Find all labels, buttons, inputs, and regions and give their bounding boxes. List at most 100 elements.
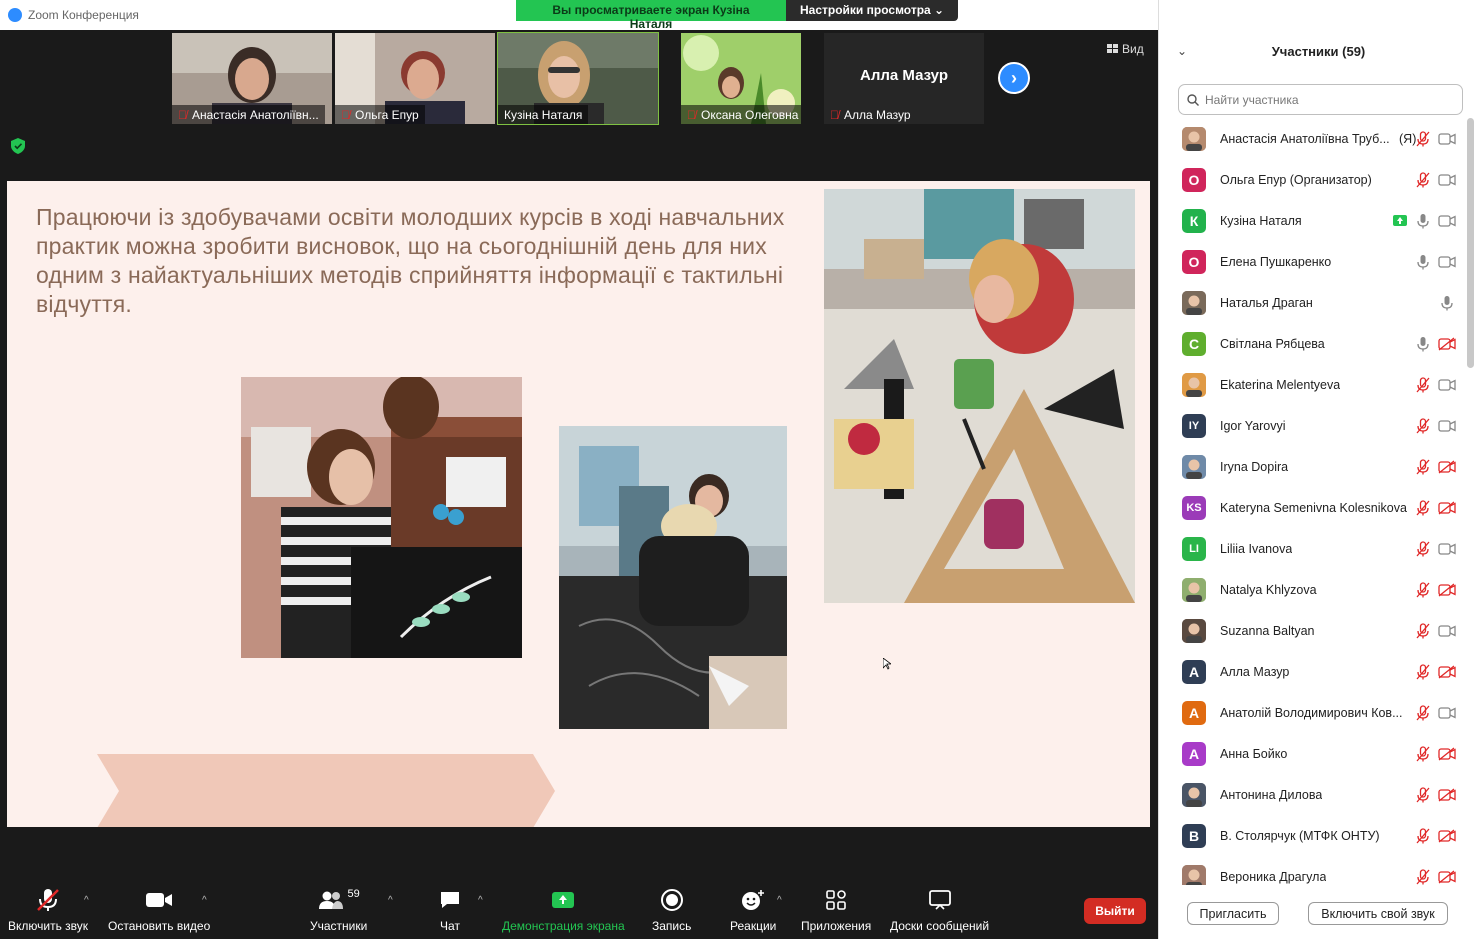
- participants-button[interactable]: 59 Участники: [310, 887, 367, 933]
- participant-row[interactable]: KS Kateryna Semenivna Kolesnikova: [1159, 487, 1464, 528]
- record-icon: [660, 889, 683, 911]
- share-screen-button[interactable]: Демонстрация экрана: [502, 887, 625, 933]
- mic-muted-icon[interactable]: [1414, 171, 1432, 189]
- mic-muted-icon[interactable]: [1414, 458, 1432, 476]
- mic-icon[interactable]: [1414, 253, 1432, 271]
- mic-icon[interactable]: [1414, 212, 1432, 230]
- participant-row[interactable]: С Світлана Рябцева: [1159, 323, 1464, 364]
- participant-row[interactable]: О Елена Пушкаренко: [1159, 241, 1464, 282]
- video-off-icon[interactable]: [1438, 499, 1456, 517]
- participant-row[interactable]: Iryna Dopira: [1159, 446, 1464, 487]
- zoom-logo-icon: [8, 8, 22, 22]
- leave-meeting-button[interactable]: Выйти: [1084, 898, 1146, 924]
- video-off-icon[interactable]: [1438, 458, 1456, 476]
- mic-muted-icon[interactable]: [1414, 376, 1432, 394]
- mic-muted-icon[interactable]: [1414, 130, 1432, 148]
- participant-row[interactable]: Ekaterina Melentyeva: [1159, 364, 1464, 405]
- participant-row[interactable]: А Анатолій Володимирович Ков...: [1159, 692, 1464, 733]
- slide-text: Працюючи із здобувачами освіти молодших …: [36, 204, 785, 317]
- decorative-arrow-banner: [97, 754, 555, 827]
- video-camera-icon[interactable]: [1438, 417, 1456, 435]
- video-camera-icon[interactable]: [1438, 622, 1456, 640]
- mic-muted-icon[interactable]: [1414, 417, 1432, 435]
- participant-row[interactable]: Анастасія Анатоліївна Труб... (Я): [1159, 118, 1464, 159]
- video-off-icon[interactable]: [1438, 663, 1456, 681]
- participant-row[interactable]: К Кузіна Наталя: [1159, 200, 1464, 241]
- participant-row[interactable]: А Алла Мазур: [1159, 651, 1464, 692]
- video-off-icon[interactable]: [1438, 335, 1456, 353]
- mic-muted-icon[interactable]: [1414, 786, 1432, 804]
- view-settings-button[interactable]: Настройки просмотра ⌄: [786, 0, 958, 21]
- participants-options-caret[interactable]: ^: [388, 895, 393, 906]
- video-tile-active-speaker[interactable]: Кузіна Наталя: [497, 32, 659, 125]
- video-tile[interactable]: Алла Мазур 🎙̸ Алла Мазур: [824, 33, 984, 124]
- mic-muted-icon[interactable]: [1414, 499, 1432, 517]
- video-camera-icon[interactable]: [1438, 540, 1456, 558]
- view-button[interactable]: Вид: [1107, 42, 1144, 56]
- record-button[interactable]: Запись: [652, 887, 691, 933]
- mic-muted-icon[interactable]: [1414, 868, 1432, 886]
- video-off-icon[interactable]: [1438, 745, 1456, 763]
- avatar-initials: А: [1182, 700, 1206, 725]
- video-camera-icon[interactable]: [1438, 171, 1456, 189]
- audio-options-caret[interactable]: ^: [84, 895, 89, 906]
- participant-name: Iryna Dopira: [1220, 459, 1289, 474]
- video-camera-icon: [146, 893, 173, 907]
- video-camera-icon[interactable]: [1438, 253, 1456, 271]
- mic-muted-icon[interactable]: [1414, 663, 1432, 681]
- mic-icon[interactable]: [1438, 294, 1456, 312]
- apps-icon: [826, 890, 846, 910]
- invite-button[interactable]: Пригласить: [1187, 902, 1279, 925]
- mic-muted-icon[interactable]: [1414, 622, 1432, 640]
- video-camera-icon[interactable]: [1438, 212, 1456, 230]
- participant-row[interactable]: Natalya Khlyzova: [1159, 569, 1464, 610]
- participant-search[interactable]: [1178, 84, 1463, 115]
- participant-row[interactable]: Suzanna Baltyan: [1159, 610, 1464, 651]
- mic-muted-icon[interactable]: [1414, 540, 1432, 558]
- video-camera-icon[interactable]: [1438, 376, 1456, 394]
- participant-row[interactable]: LI Liliia Ivanova: [1159, 528, 1464, 569]
- video-options-caret[interactable]: ^: [202, 895, 207, 906]
- participant-row[interactable]: Вероника Драгула: [1159, 856, 1464, 885]
- mic-muted-icon[interactable]: [1414, 745, 1432, 763]
- search-input[interactable]: [1205, 92, 1445, 107]
- apps-button[interactable]: Приложения: [801, 887, 871, 933]
- video-tile[interactable]: 🎙̸ Оксана Олеговна: [681, 33, 801, 124]
- mic-muted-icon: 🎙̸: [178, 107, 187, 122]
- participant-row[interactable]: О Ольга Епур (Организатор): [1159, 159, 1464, 200]
- mic-icon[interactable]: [1414, 335, 1432, 353]
- video-tile[interactable]: 🎙̸ Анастасія Анатоліївн...: [172, 33, 332, 124]
- mic-muted-icon[interactable]: [1414, 704, 1432, 722]
- reactions-options-caret[interactable]: ^: [777, 895, 782, 906]
- mic-muted-icon[interactable]: [1414, 827, 1432, 845]
- title-bar: Zoom Конференция Вы просматриваете экран…: [0, 0, 1158, 31]
- participant-row[interactable]: Наталья Драган: [1159, 282, 1464, 323]
- chat-button[interactable]: Чат: [439, 887, 461, 933]
- participant-row[interactable]: В В. Столярчук (МТФК ОНТУ): [1159, 815, 1464, 856]
- encryption-shield-icon[interactable]: [11, 138, 25, 154]
- stop-video-button[interactable]: Остановить видео: [108, 887, 210, 933]
- participant-row[interactable]: IY Igor Yarovyi: [1159, 405, 1464, 446]
- participant-row[interactable]: А Анна Бойко: [1159, 733, 1464, 774]
- unmute-button[interactable]: Включить звук: [8, 887, 88, 933]
- video-off-icon[interactable]: [1438, 827, 1456, 845]
- chat-options-caret[interactable]: ^: [478, 895, 483, 906]
- reactions-button[interactable]: Реакции: [730, 887, 776, 933]
- video-camera-icon[interactable]: [1438, 704, 1456, 722]
- unmute-self-button[interactable]: Включить свой звук: [1308, 902, 1448, 925]
- video-off-icon[interactable]: [1438, 868, 1456, 886]
- chat-bubble-icon: [441, 892, 459, 908]
- whiteboards-button[interactable]: Доски сообщений: [890, 887, 989, 933]
- participant-list-scrollbar[interactable]: [1467, 118, 1474, 368]
- mic-muted-icon[interactable]: [1414, 581, 1432, 599]
- participant-row[interactable]: Антонина Дилова: [1159, 774, 1464, 815]
- video-off-icon[interactable]: [1438, 786, 1456, 804]
- video-camera-icon[interactable]: [1438, 130, 1456, 148]
- participant-name: Світлана Рябцева: [1220, 336, 1325, 351]
- mouse-cursor-icon: [883, 658, 891, 670]
- next-videos-button[interactable]: ›: [998, 62, 1030, 94]
- video-off-icon[interactable]: [1438, 581, 1456, 599]
- video-tile[interactable]: 🎙̸ Ольга Епур: [335, 33, 495, 124]
- avatar-initials: IY: [1182, 413, 1206, 438]
- participant-name: Ольга Епур (Организатор): [1220, 172, 1372, 187]
